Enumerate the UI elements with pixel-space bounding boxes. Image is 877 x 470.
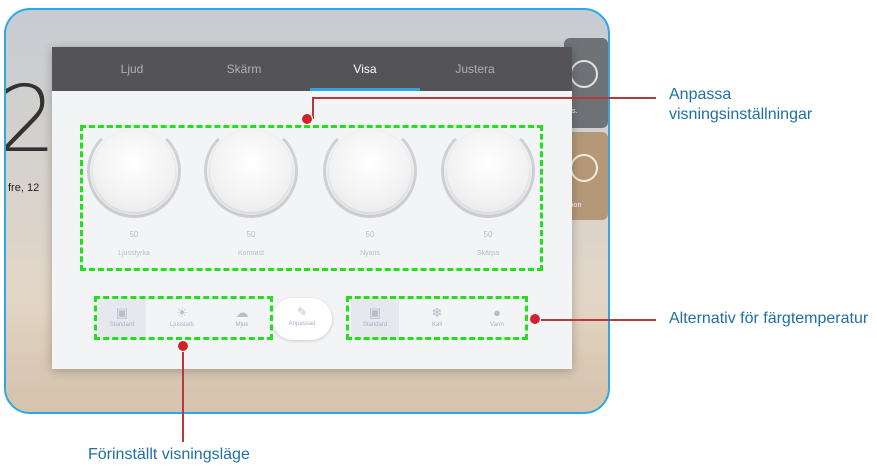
callout-dot <box>529 313 541 325</box>
globe-icon <box>570 60 598 88</box>
tab-bar: Ljud Skärm Visa Justera <box>52 47 572 91</box>
callout-line <box>541 319 656 321</box>
custom-label: Anpassad <box>288 321 316 327</box>
color-temp-callout: Alternativ för färgtemperatur <box>669 310 869 327</box>
date-text: fre, 12 <box>8 182 40 194</box>
clock-digit: 2 <box>6 74 57 166</box>
preset-mode-highlight <box>94 296 273 340</box>
color-temp-highlight <box>346 296 528 340</box>
app-icon <box>570 154 598 182</box>
pencil-icon: ✎ <box>296 305 308 319</box>
callout-line <box>182 346 184 442</box>
tab-skarm[interactable]: Skärm <box>189 47 299 91</box>
callout-dot <box>301 113 313 125</box>
callout-dot <box>177 340 189 352</box>
tile-2-label: ion <box>572 202 582 209</box>
display-settings-callout: Anpassa visningsinställningar <box>669 86 813 123</box>
tile-1-label: s. <box>572 108 578 115</box>
callout-line <box>312 97 656 99</box>
custom-mode-button[interactable]: ✎ Anpassad <box>272 298 332 340</box>
preset-mode-callout: Förinställt visningsläge <box>88 446 250 463</box>
tab-justera[interactable]: Justera <box>420 47 530 91</box>
tab-ljud[interactable]: Ljud <box>77 47 187 91</box>
display-settings-highlight <box>80 125 543 271</box>
tab-visa[interactable]: Visa <box>310 47 420 91</box>
